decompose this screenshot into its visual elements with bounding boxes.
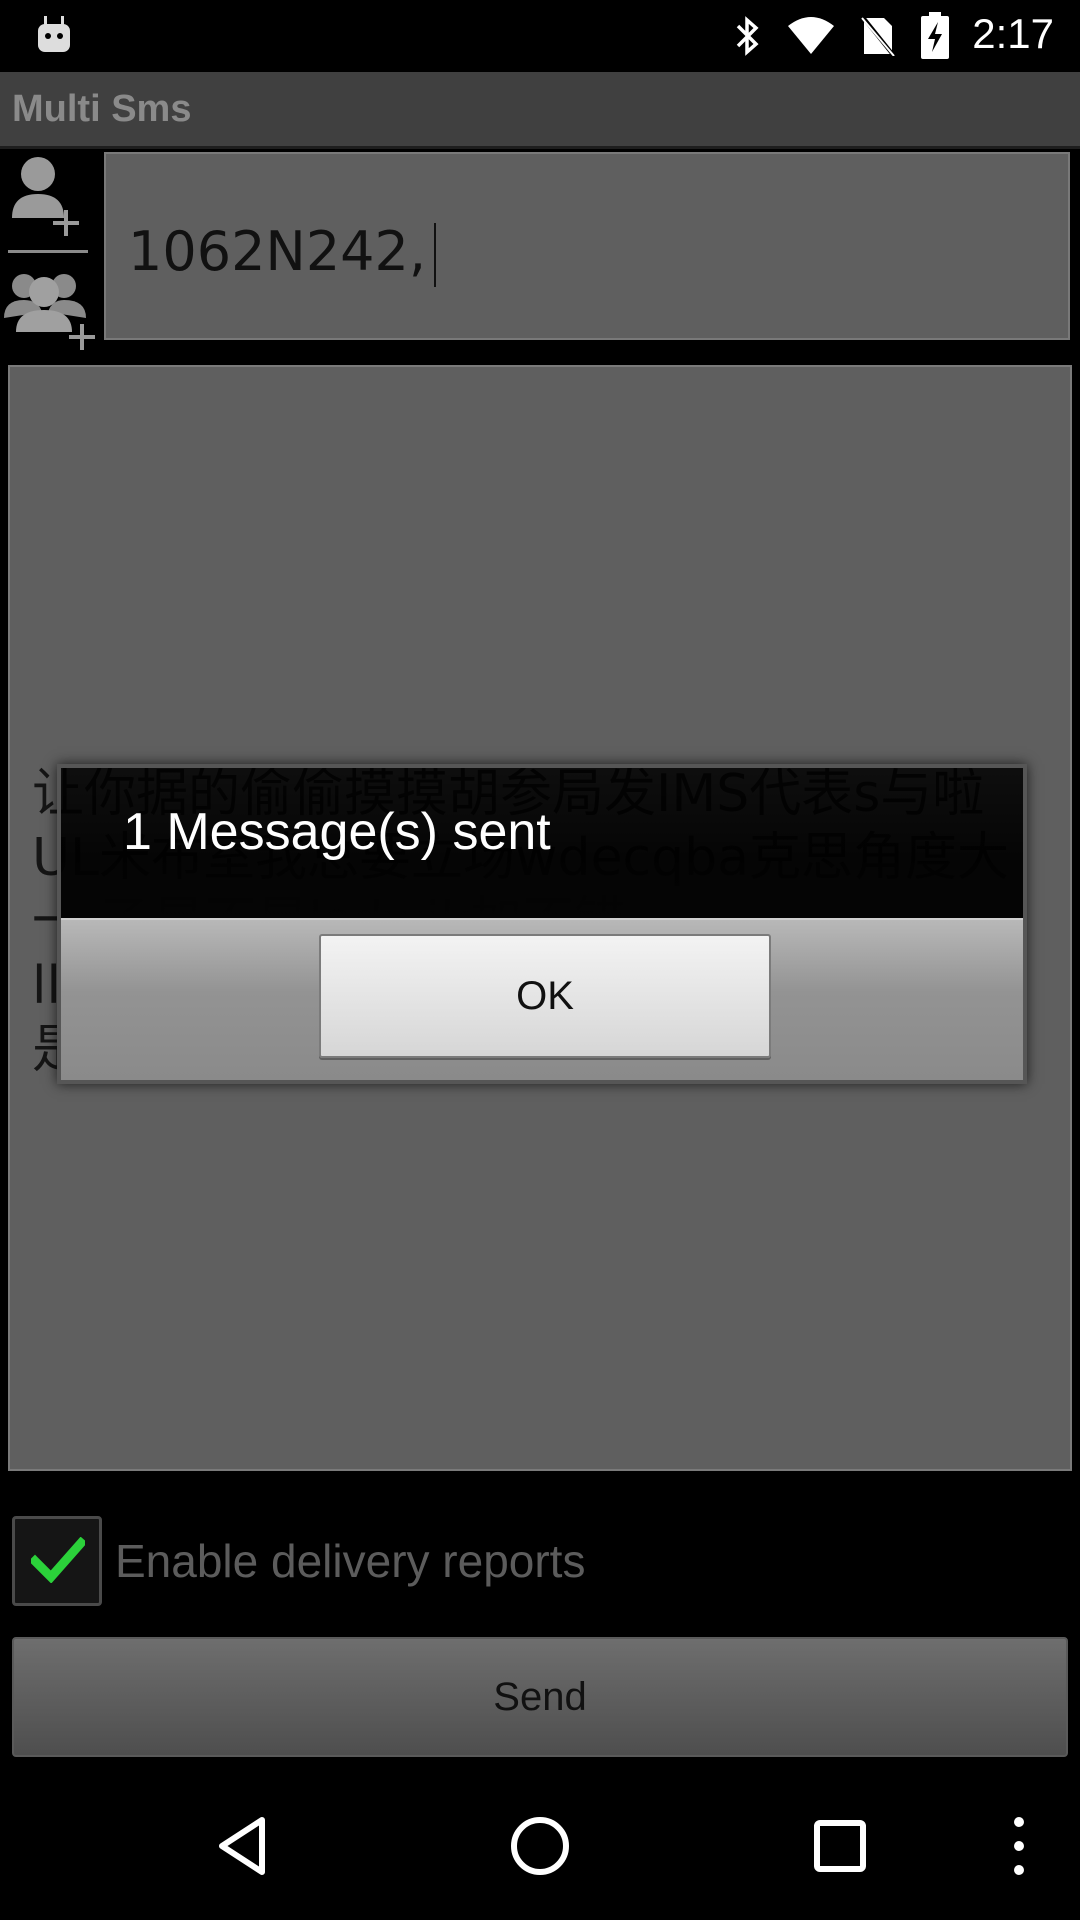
dialog-message: 1 Message(s) sent: [123, 803, 551, 861]
dialog-button-bar: OK: [61, 918, 1023, 1080]
ok-button[interactable]: OK: [319, 934, 771, 1058]
dialog-header: 1 Message(s) sent: [61, 768, 1023, 918]
sent-confirmation-dialog: 1 Message(s) sent OK: [57, 764, 1027, 1084]
ok-button-label: OK: [516, 974, 574, 1018]
